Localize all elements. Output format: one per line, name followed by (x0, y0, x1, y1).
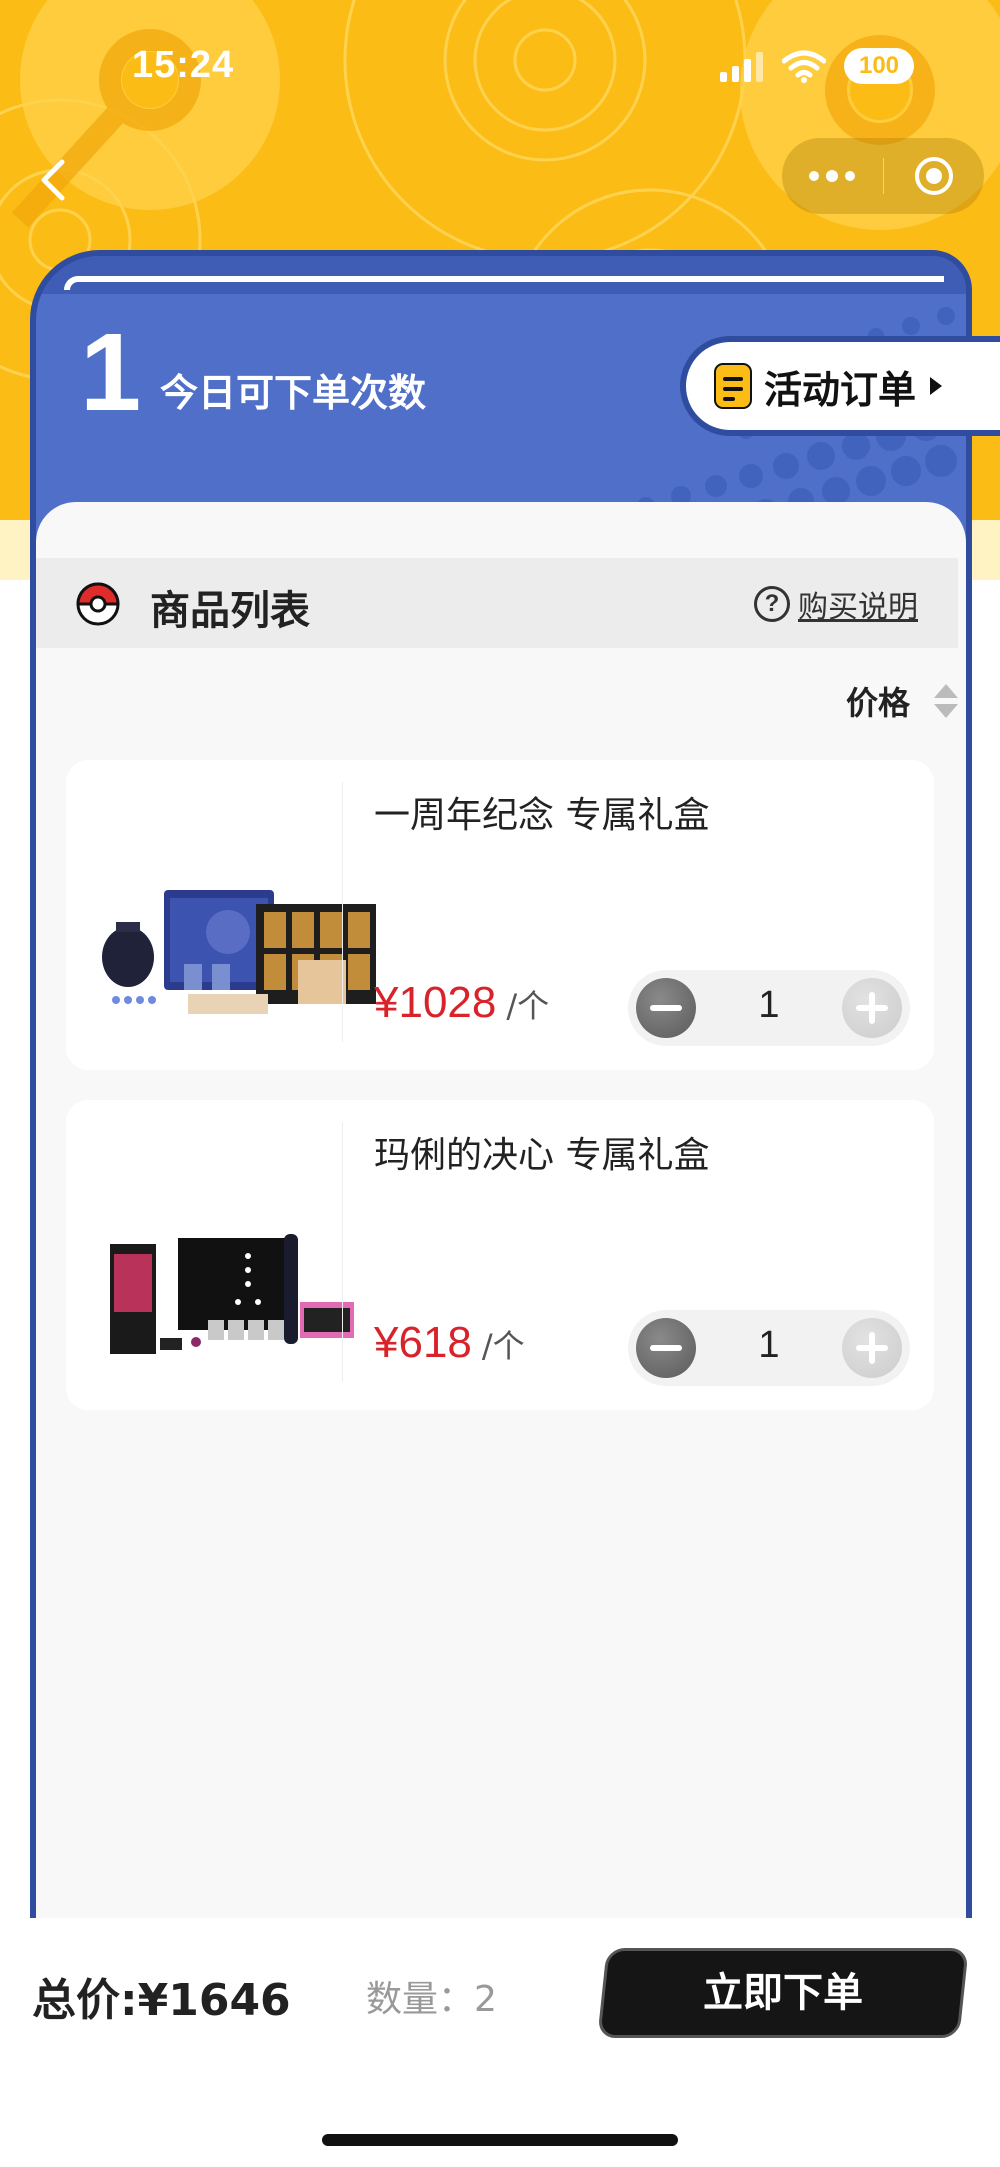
more-dots-icon (809, 170, 856, 182)
price-sort-toggle[interactable]: 价格 (846, 678, 958, 724)
activity-order-label: 活动订单 (764, 367, 917, 412)
product-name: 一周年纪念 专属礼盒 (374, 795, 710, 836)
order-count-label: 今日可下单次数 (160, 371, 427, 415)
status-time: 15:24 (132, 44, 235, 86)
price-value: ¥1028 (374, 978, 497, 1027)
pokeball-icon (76, 582, 120, 626)
card-highlight (64, 276, 944, 290)
price-unit: /个 (506, 987, 550, 1025)
chevron-left-icon (41, 159, 65, 201)
price-value: ¥618 (374, 1318, 472, 1367)
question-icon: ? (754, 586, 790, 622)
product-price: ¥618/个 (374, 1318, 525, 1368)
card-divider (342, 1122, 343, 1382)
more-button[interactable] (782, 138, 883, 214)
document-icon (714, 363, 752, 409)
order-count-number: 1 (80, 311, 142, 434)
quantity-stepper: 1 (628, 1310, 910, 1386)
miniprogram-capsule (782, 138, 984, 214)
activity-order-button[interactable]: 活动订单 (680, 336, 1000, 436)
total-count: 数量：2 (366, 1979, 497, 2020)
purchase-help-label: 购买说明 (798, 590, 918, 625)
product-price: ¥1028/个 (374, 978, 549, 1028)
wifi-icon (782, 50, 826, 83)
product-list-header: 商品列表 ? 购买说明 (36, 558, 958, 648)
product-name: 玛俐的决心 专属礼盒 (374, 1135, 710, 1176)
place-order-label: 立即下单 (703, 1970, 863, 2016)
home-indicator (322, 2134, 678, 2146)
product-card[interactable]: 一周年纪念 专属礼盒 ¥1028/个 1 (66, 760, 934, 1070)
increase-button[interactable] (842, 1318, 902, 1378)
cellular-signal-icon (720, 52, 763, 82)
battery-icon: 100 (844, 48, 914, 84)
close-miniprogram-button[interactable] (884, 138, 985, 214)
product-list-title: 商品列表 (150, 588, 310, 634)
total-price: 总价:¥1646 (32, 1975, 291, 2026)
purchase-help-link[interactable]: ? 购买说明 (754, 582, 918, 626)
place-order-button[interactable]: 立即下单 (597, 1948, 969, 2038)
product-image (102, 890, 376, 1014)
caret-right-icon (930, 377, 943, 395)
product-image (110, 1234, 354, 1354)
sort-label: 价格 (845, 684, 910, 722)
product-card[interactable]: 玛俐的决心 专属礼盒 ¥618/个 1 (66, 1100, 934, 1410)
status-bar: 15:24 100 (0, 0, 1000, 130)
back-button[interactable] (30, 150, 80, 210)
quantity-stepper: 1 (628, 970, 910, 1046)
sort-arrows-icon (934, 684, 958, 718)
increase-button[interactable] (842, 978, 902, 1038)
status-icons: 100 (720, 48, 914, 84)
price-unit: /个 (481, 1327, 525, 1365)
card-divider (342, 782, 343, 1042)
target-icon (914, 157, 953, 195)
